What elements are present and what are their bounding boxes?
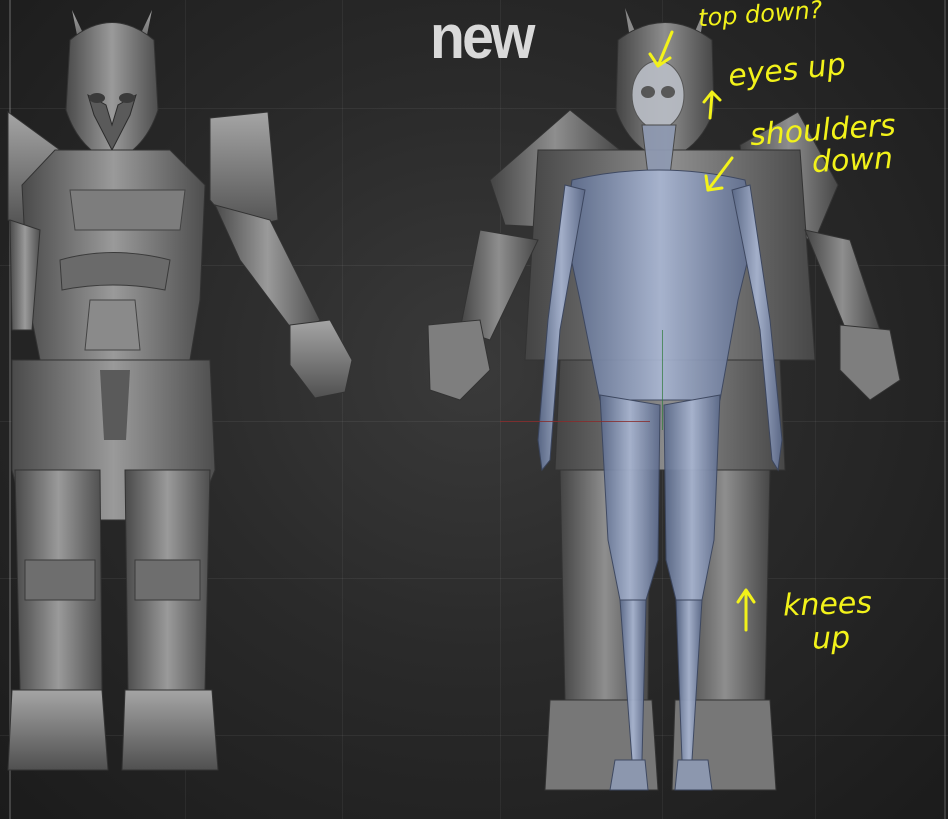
annotation-shoulders-down: down (811, 140, 894, 181)
annotation-knees: knees (782, 585, 873, 624)
zbrush-viewport[interactable]: new top down? eyes up shoulders down kne… (0, 0, 948, 819)
annotation-knees-up: up (811, 620, 851, 657)
